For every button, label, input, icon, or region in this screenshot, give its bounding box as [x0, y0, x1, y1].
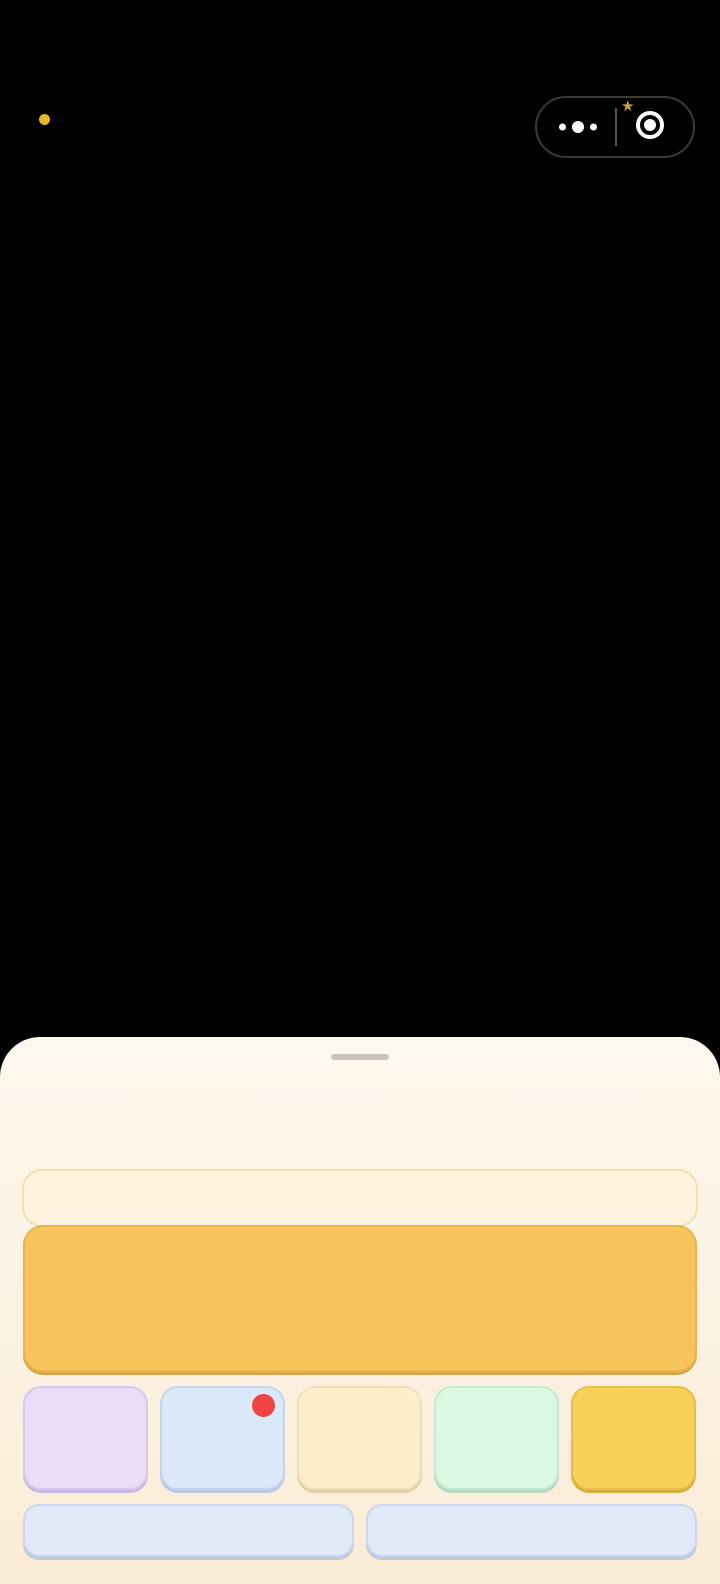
feature-tile-3[interactable] — [297, 1386, 422, 1490]
more-dots-icon-center — [572, 121, 584, 133]
more-button[interactable] — [539, 100, 611, 154]
status-dot-icon — [39, 114, 50, 125]
hero-card[interactable] — [23, 1225, 697, 1372]
feature-tile-4[interactable] — [434, 1386, 559, 1490]
close-button[interactable]: ★ — [621, 97, 691, 154]
more-dots-icon-right — [590, 123, 597, 131]
bottom-button-right[interactable] — [366, 1504, 697, 1557]
mini-program-capsule: ★ — [535, 96, 695, 158]
capsule-divider — [615, 108, 617, 146]
bottom-button-left[interactable] — [23, 1504, 354, 1557]
info-bar[interactable] — [22, 1169, 698, 1227]
bottom-sheet — [0, 1037, 720, 1584]
feature-tile-5[interactable] — [571, 1386, 696, 1490]
star-icon: ★ — [621, 97, 635, 115]
close-target-icon — [636, 111, 664, 139]
feature-tile-2[interactable] — [160, 1386, 285, 1490]
sheet-drag-handle[interactable] — [331, 1054, 389, 1060]
mini-program-screen: ★ — [0, 0, 720, 1584]
more-dots-icon — [559, 123, 566, 131]
feature-tile-1[interactable] — [23, 1386, 148, 1490]
notification-badge — [252, 1394, 275, 1417]
